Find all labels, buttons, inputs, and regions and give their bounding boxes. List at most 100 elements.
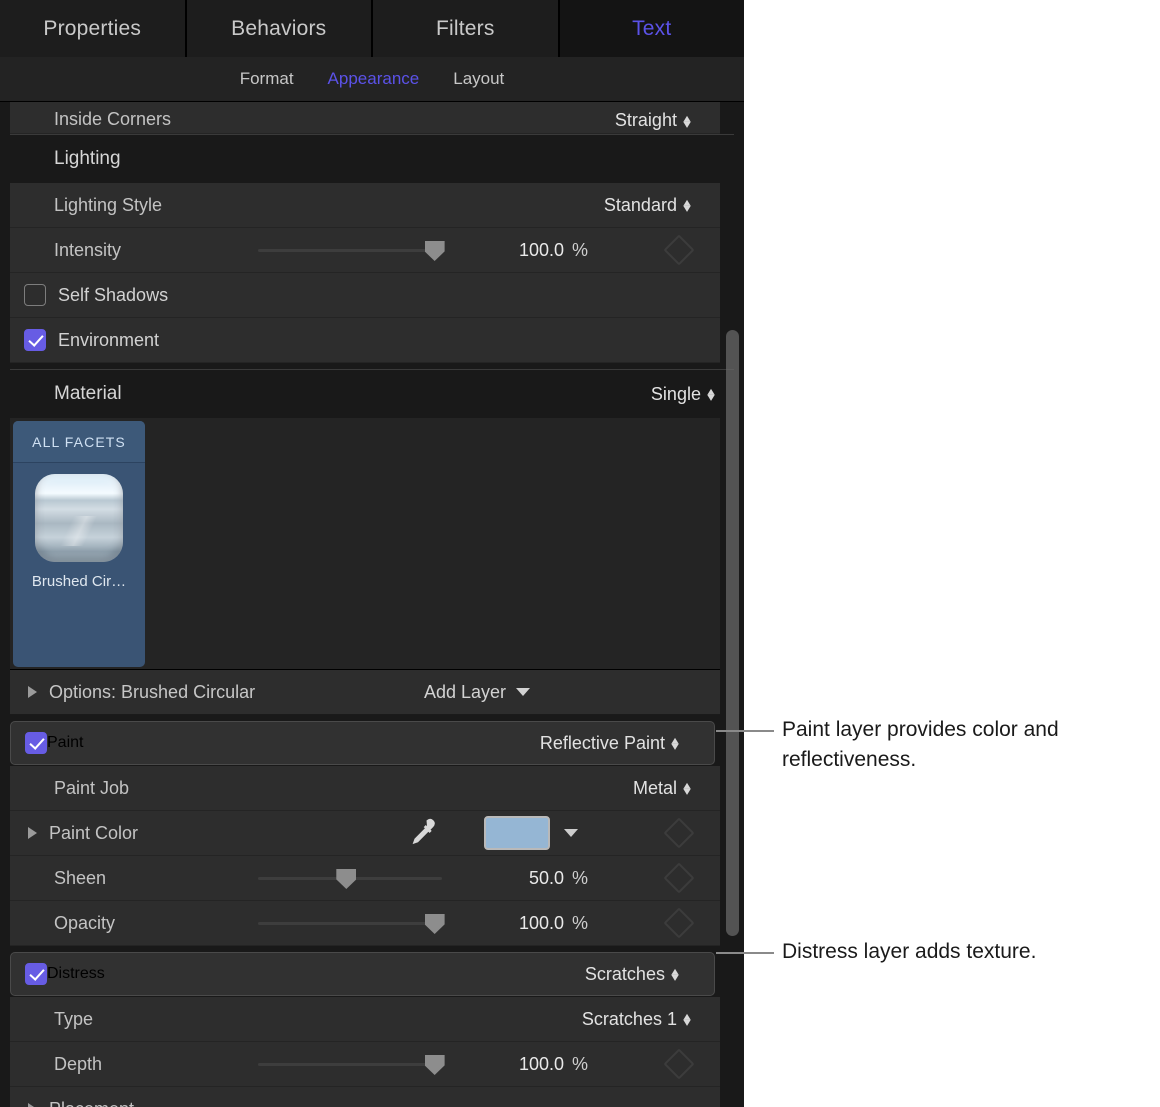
- material-label: Material: [54, 383, 122, 405]
- row-intensity[interactable]: Intensity 100.0 %: [10, 228, 720, 273]
- tab-filters[interactable]: Filters: [373, 0, 558, 57]
- paint-color-swatch[interactable]: [484, 816, 550, 850]
- paint-type-value: Reflective Paint: [540, 733, 665, 754]
- opacity-unit: %: [572, 913, 588, 934]
- row-options[interactable]: Options: Brushed Circular Add Layer: [10, 670, 720, 715]
- keyframe-diamond-icon[interactable]: [663, 234, 694, 265]
- chevron-updown-icon: ▴▾: [684, 1013, 690, 1025]
- lighting-style-popup[interactable]: Standard ▴▾: [604, 195, 690, 216]
- row-self-shadows[interactable]: Self Shadows: [10, 273, 720, 318]
- environment-label: Environment: [58, 330, 159, 351]
- eyedropper-icon[interactable]: [404, 816, 438, 850]
- subtab-format[interactable]: Format: [240, 69, 294, 89]
- appearance-scroll-content: Inside Corners Straight ▴▾ Lighting Ligh…: [0, 102, 744, 1107]
- inside-corners-label: Inside Corners: [54, 109, 171, 130]
- slider-track: [258, 249, 442, 252]
- type-value: Scratches 1: [582, 1009, 677, 1030]
- intensity-label: Intensity: [54, 240, 121, 261]
- slider-track: [258, 1063, 442, 1066]
- material-thumbnail: [35, 474, 123, 562]
- row-environment[interactable]: Environment: [10, 318, 720, 363]
- slider-knob[interactable]: [425, 241, 445, 261]
- vertical-scrollbar-thumb[interactable]: [726, 330, 739, 936]
- tab-behaviors[interactable]: Behaviors: [187, 0, 372, 57]
- intensity-slider[interactable]: [258, 238, 442, 262]
- placement-label: Placement: [49, 1099, 134, 1107]
- distress-checkbox[interactable]: [25, 963, 47, 985]
- row-type[interactable]: Type Scratches 1 ▴▾: [10, 997, 720, 1042]
- opacity-label: Opacity: [54, 913, 115, 934]
- subtab-appearance[interactable]: Appearance: [328, 69, 420, 89]
- sheen-slider[interactable]: [258, 866, 442, 890]
- keyframe-diamond-icon[interactable]: [663, 817, 694, 848]
- opacity-slider[interactable]: [258, 911, 442, 935]
- type-label: Type: [54, 1009, 93, 1030]
- distress-type-value: Scratches: [585, 964, 665, 985]
- row-distress-layer[interactable]: Distress Scratches ▴▾: [10, 952, 715, 996]
- depth-value[interactable]: 100.0: [472, 1054, 564, 1075]
- callout-text-distress: Distress layer adds texture.: [782, 937, 1160, 967]
- callout-text-paint: Paint layer provides color and reflectiv…: [782, 715, 1160, 775]
- keyframe-diamond-icon[interactable]: [663, 907, 694, 938]
- chevron-updown-icon: ▴▾: [672, 737, 678, 749]
- paint-type-popup[interactable]: Reflective Paint ▴▾: [540, 733, 678, 754]
- lighting-style-label: Lighting Style: [54, 195, 162, 216]
- distress-type-popup[interactable]: Scratches ▴▾: [585, 964, 678, 985]
- row-paint-job[interactable]: Paint Job Metal ▴▾: [10, 766, 720, 811]
- paint-job-popup[interactable]: Metal ▴▾: [633, 778, 690, 799]
- slider-knob[interactable]: [425, 1055, 445, 1075]
- row-sheen[interactable]: Sheen 50.0 %: [10, 856, 720, 901]
- chevron-updown-icon: ▴▾: [684, 782, 690, 794]
- tab-properties[interactable]: Properties: [0, 0, 185, 57]
- material-popup[interactable]: Single ▴▾: [651, 384, 714, 405]
- slider-knob[interactable]: [336, 869, 356, 889]
- disclosure-triangle-icon[interactable]: [28, 1103, 37, 1107]
- disclosure-triangle-icon[interactable]: [28, 686, 37, 698]
- text-subtab-bar: Format Appearance Layout: [0, 57, 744, 102]
- keyframe-diamond-icon[interactable]: [663, 1048, 694, 1079]
- tab-text[interactable]: Text: [560, 0, 745, 57]
- material-facet-browser[interactable]: ALL FACETS Brushed Cir…: [10, 418, 720, 670]
- disclosure-triangle-icon[interactable]: [28, 827, 37, 839]
- add-layer-label: Add Layer: [424, 682, 506, 703]
- environment-checkbox[interactable]: [24, 329, 46, 351]
- row-depth[interactable]: Depth 100.0 %: [10, 1042, 720, 1087]
- row-opacity[interactable]: Opacity 100.0 %: [10, 901, 720, 946]
- opacity-value[interactable]: 100.0: [472, 913, 564, 934]
- subtab-layout[interactable]: Layout: [453, 69, 504, 89]
- self-shadows-checkbox[interactable]: [24, 284, 46, 306]
- paint-job-value: Metal: [633, 778, 677, 799]
- row-paint-layer[interactable]: Paint Reflective Paint ▴▾: [10, 721, 715, 765]
- type-popup[interactable]: Scratches 1 ▴▾: [582, 1009, 690, 1030]
- row-paint-color[interactable]: Paint Color: [10, 811, 720, 856]
- distress-label: Distress: [47, 965, 105, 983]
- row-placement[interactable]: Placement: [10, 1087, 720, 1107]
- facet-tile-all-facets[interactable]: ALL FACETS Brushed Cir…: [13, 421, 145, 667]
- inspector-tab-bar: Properties Behaviors Filters Text: [0, 0, 744, 57]
- paint-checkbox[interactable]: [25, 732, 47, 754]
- keyframe-diamond-icon[interactable]: [663, 862, 694, 893]
- lighting-style-value: Standard: [604, 195, 677, 216]
- group-header-material: Material Single ▴▾: [0, 370, 744, 418]
- intensity-unit: %: [572, 240, 588, 261]
- row-inside-corners[interactable]: Inside Corners Straight ▴▾: [10, 102, 720, 134]
- paint-job-label: Paint Job: [54, 778, 129, 799]
- chevron-down-icon[interactable]: [564, 829, 578, 837]
- row-lighting-style[interactable]: Lighting Style Standard ▴▾: [10, 183, 720, 228]
- add-layer-button[interactable]: Add Layer: [424, 682, 530, 703]
- screenshot-root: Properties Behaviors Filters Text Format…: [0, 0, 1160, 1107]
- lighting-group-title: Lighting: [54, 148, 121, 170]
- material-name-label: Brushed Cir…: [13, 573, 145, 590]
- sheen-unit: %: [572, 868, 588, 889]
- depth-label: Depth: [54, 1054, 102, 1075]
- all-facets-label: ALL FACETS: [32, 434, 126, 450]
- sheen-value[interactable]: 50.0: [472, 868, 564, 889]
- depth-slider[interactable]: [258, 1052, 442, 1076]
- chevron-updown-icon: ▴▾: [672, 968, 678, 980]
- sheen-label: Sheen: [54, 868, 106, 889]
- slider-knob[interactable]: [425, 914, 445, 934]
- paint-label: Paint: [47, 734, 83, 752]
- chevron-updown-icon: ▴▾: [708, 388, 714, 400]
- intensity-value[interactable]: 100.0: [472, 240, 564, 261]
- inside-corners-popup[interactable]: Straight ▴▾: [615, 110, 690, 131]
